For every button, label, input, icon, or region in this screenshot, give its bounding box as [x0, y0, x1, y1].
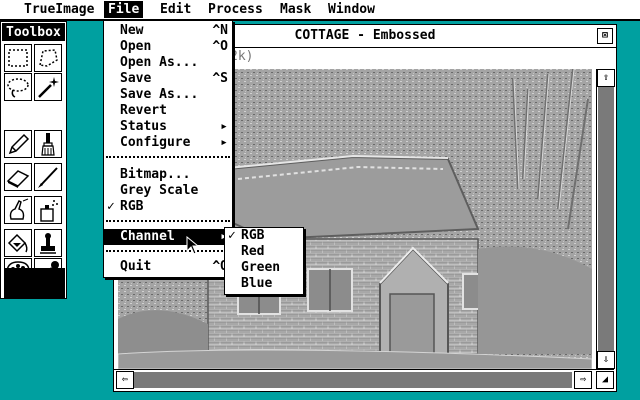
menu-item-quit[interactable]: Quit ^Q	[104, 259, 232, 275]
stamp-tool[interactable]	[34, 229, 62, 257]
scroll-down-icon[interactable]: ⇩	[597, 351, 615, 369]
fine-brush-icon	[38, 167, 58, 188]
menu-edit[interactable]: Edit	[156, 1, 195, 18]
toolbox-panel: Toolbox	[0, 21, 67, 299]
fill-bucket-icon	[7, 233, 28, 253]
menu-item-bitmap[interactable]: Bitmap...	[104, 167, 232, 183]
toolbox-title[interactable]: Toolbox	[2, 23, 65, 41]
menu-separator	[106, 250, 230, 253]
channel-item-rgb[interactable]: ✓ RGB	[225, 228, 303, 244]
check-icon: ✓	[107, 199, 115, 214]
menu-item-new[interactable]: New ^N	[104, 23, 232, 39]
document-info: 2k)	[230, 49, 254, 64]
pencil-icon	[8, 133, 30, 155]
magic-wand-tool[interactable]	[34, 73, 62, 101]
menu-item-status[interactable]: Status ▸	[104, 119, 232, 135]
brush-tool[interactable]	[34, 130, 62, 158]
pencil-tool[interactable]	[4, 130, 32, 158]
smudge-icon	[9, 198, 29, 220]
menu-item-grey-scale[interactable]: Grey Scale	[104, 183, 232, 199]
menu-file[interactable]: File	[104, 1, 144, 18]
rectangle-select-tool[interactable]	[4, 44, 32, 72]
eraser-tool[interactable]	[4, 163, 32, 191]
menu-item-save-as[interactable]: Save As...	[104, 87, 232, 103]
fill-bucket-tool[interactable]	[4, 229, 32, 257]
channel-item-blue[interactable]: Blue	[225, 276, 303, 292]
menu-window[interactable]: Window	[324, 1, 379, 18]
menu-item-revert[interactable]: Revert	[104, 103, 232, 119]
close-icon[interactable]: ⊠	[597, 28, 613, 44]
airbrush-icon	[40, 200, 58, 222]
mouse-pointer-icon	[186, 236, 200, 255]
menu-item-configure[interactable]: Configure ▸	[104, 135, 232, 151]
menu-separator	[106, 220, 230, 223]
current-color-swatch[interactable]	[4, 268, 65, 298]
channel-item-green[interactable]: Green	[225, 260, 303, 276]
submenu-arrow-icon: ▸	[220, 135, 228, 150]
magic-wand-icon	[38, 77, 59, 98]
stamp-icon	[40, 233, 56, 254]
vertical-scroll-track[interactable]	[598, 87, 614, 351]
smudge-tool[interactable]	[4, 196, 32, 224]
horizontal-scroll-track[interactable]	[134, 372, 572, 388]
lasso-select-tool[interactable]	[34, 44, 62, 72]
menu-mask[interactable]: Mask	[276, 1, 315, 18]
menu-bar: TrueImage File Edit Process Mask Window	[0, 0, 640, 21]
menu-item-rgb[interactable]: ✓ RGB	[104, 199, 232, 215]
file-menu-dropdown: New ^N Open ^O Open As... Save ^S Save As..…	[103, 20, 233, 278]
airbrush-tool[interactable]	[34, 196, 62, 224]
submenu-arrow-icon: ▸	[220, 119, 228, 134]
horizontal-scrollbar[interactable]: ⇦ ⇨ ◢	[114, 369, 614, 390]
fine-brush-tool[interactable]	[34, 163, 62, 191]
freehand-select-icon	[7, 78, 29, 98]
menu-separator	[106, 156, 230, 159]
menu-item-open[interactable]: Open ^O	[104, 39, 232, 55]
scroll-up-icon[interactable]: ⇧	[597, 69, 615, 87]
menu-trueimage[interactable]: TrueImage	[20, 1, 98, 18]
channel-submenu: ✓ RGB Red Green Blue	[224, 227, 304, 295]
scroll-left-icon[interactable]: ⇦	[116, 371, 134, 389]
brush-icon	[41, 133, 55, 156]
channel-item-red[interactable]: Red	[225, 244, 303, 260]
menu-item-save[interactable]: Save ^S	[104, 71, 232, 87]
vertical-scrollbar[interactable]: ⇧ ⇩	[596, 69, 615, 369]
menu-item-open-as[interactable]: Open As...	[104, 55, 232, 71]
rectangle-select-icon	[8, 49, 28, 67]
resize-icon[interactable]: ◢	[596, 371, 614, 389]
lasso-select-icon	[39, 49, 58, 67]
freehand-select-tool[interactable]	[4, 73, 32, 101]
scroll-right-icon[interactable]: ⇨	[574, 371, 592, 389]
menu-process[interactable]: Process	[204, 1, 267, 18]
menu-item-channel[interactable]: Channel▸	[104, 229, 232, 245]
eraser-icon	[6, 170, 30, 188]
check-icon: ✓	[228, 228, 236, 243]
